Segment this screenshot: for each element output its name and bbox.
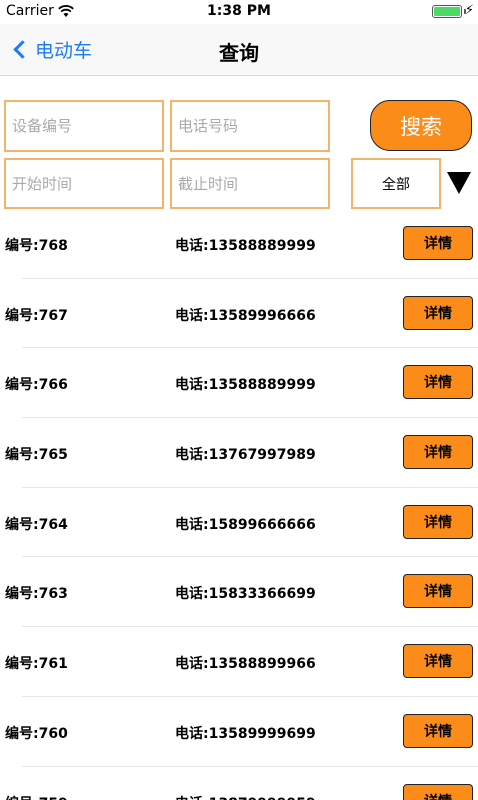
device-number-label: 编号:767 — [5, 307, 68, 324]
filter-select[interactable]: 全部 — [351, 158, 441, 209]
list-item: 编号:761 电话:13588899966 详情 — [0, 627, 478, 697]
list-item: 编号:764 电话:15899666666 详情 — [0, 488, 478, 558]
detail-button[interactable]: 详情 — [403, 365, 473, 400]
battery-icon — [432, 5, 462, 18]
phone-label: 电话:15833366699 — [175, 586, 316, 603]
list-item: 编号:767 电话:13589996666 详情 — [0, 279, 478, 349]
device-number-label: 编号:759 — [5, 793, 68, 800]
list-item: 编号:766 电话:13588889999 详情 — [0, 348, 478, 419]
list-item: 编号:760 电话:13589999699 详情 — [0, 697, 478, 767]
list-item: 编号:763 电话:15833366699 详情 — [0, 557, 478, 628]
result-list: 编号:768 电话:13588889999 详情 编号:767 电话:135899966… — [0, 209, 478, 800]
device-number-label: 编号:761 — [5, 656, 68, 673]
device-number-label: 编号:760 — [5, 725, 68, 742]
end-time-input[interactable] — [170, 158, 330, 209]
charging-icon: ⚡ — [464, 3, 474, 18]
page-title: 查询 — [219, 41, 259, 65]
clock: 1:38 PM — [207, 3, 271, 19]
device-number-label: 编号:768 — [5, 238, 68, 254]
detail-button[interactable]: 详情 — [403, 783, 473, 800]
detail-button[interactable]: 详情 — [403, 713, 473, 748]
detail-button[interactable]: 详情 — [403, 435, 473, 470]
device-number-label: 编号:765 — [5, 447, 68, 464]
list-item: 编号:768 电话:13588889999 详情 — [0, 209, 478, 279]
navigation-bar: 电动车 查询 — [0, 24, 478, 76]
detail-button[interactable]: 详情 — [403, 644, 473, 679]
status-bar: Carrier 1:38 PM ⚡ — [0, 0, 478, 24]
detail-button[interactable]: 详情 — [403, 226, 473, 260]
phone-label: 电话:13879999959 — [175, 793, 316, 800]
device-number-label: 编号:763 — [5, 586, 68, 603]
device-number-input[interactable] — [4, 100, 164, 152]
phone-label: 电话:15899666666 — [175, 516, 316, 533]
phone-label: 电话:13588889999 — [175, 238, 316, 254]
phone-label: 电话:13767997989 — [175, 447, 316, 464]
phone-label: 电话:13589999699 — [175, 725, 316, 742]
list-item: 编号:759 电话:13879999959 详情 — [0, 767, 478, 800]
detail-button[interactable]: 详情 — [403, 295, 473, 330]
phone-label: 电话:13589996666 — [175, 307, 316, 324]
list-item: 编号:765 电话:13767997989 详情 — [0, 418, 478, 488]
detail-button[interactable]: 详情 — [403, 504, 473, 539]
device-number-label: 编号:766 — [5, 377, 68, 394]
device-number-label: 编号:764 — [5, 516, 68, 533]
battery-fill — [434, 7, 460, 16]
search-button[interactable]: 搜索 — [370, 100, 472, 151]
phone-label: 电话:13588889999 — [175, 377, 316, 394]
phone-number-input[interactable] — [170, 100, 330, 152]
phone-label: 电话:13588899966 — [175, 656, 316, 673]
start-time-input[interactable] — [4, 158, 164, 209]
detail-button[interactable]: 详情 — [403, 574, 473, 609]
dropdown-arrow-icon[interactable] — [447, 172, 471, 194]
